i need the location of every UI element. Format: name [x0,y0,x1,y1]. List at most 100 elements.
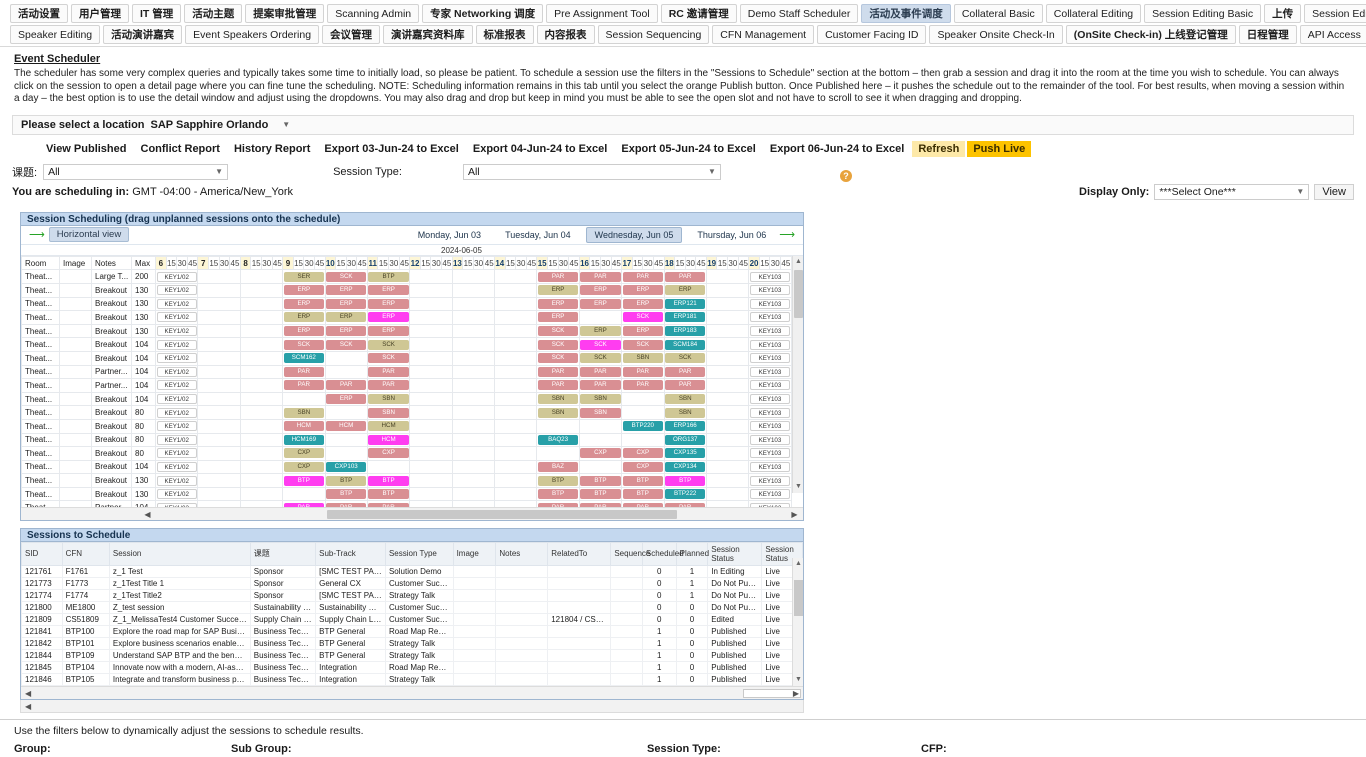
session-chip[interactable]: KEY103 [749,366,791,377]
grid-slot[interactable]: KEY1/02 [154,486,199,502]
grid-slot[interactable]: SBN [536,391,580,407]
scroll-up-icon[interactable]: ▲ [793,558,804,570]
toolbar-button[interactable]: Export 06-Jun-24 to Excel [764,141,911,157]
grid-room-row[interactable]: Theat... Breakout 80 KEY1/02 HCM169 HCM BAQ23 O… [21,432,792,448]
tab-item[interactable]: Session Editing [1304,4,1366,23]
sessions-column-header[interactable]: 课题 [249,541,317,566]
session-chip[interactable]: PAR [665,366,706,377]
grid-slot[interactable]: SCK [282,337,326,352]
session-chip[interactable]: PAR [622,366,663,377]
sessions-table[interactable]: SID CFN Session 课题 Sub-Track Session Type Imag… [21,541,803,686]
grid-slot[interactable]: PAR [366,364,411,380]
grid-slot[interactable] [621,405,665,420]
grid-slot[interactable] [409,459,453,475]
tab-item[interactable]: 上传 [1264,4,1302,23]
sessions-column-header[interactable]: Scheduled [641,541,684,566]
session-chip[interactable]: KEY1/02 [156,285,197,296]
grid-slot[interactable] [705,269,750,284]
session-chip[interactable]: BTP [622,489,663,500]
session-chip[interactable]: SCK [368,339,409,350]
session-chip[interactable]: KEY1/02 [156,461,197,472]
session-chip[interactable]: PAR [665,271,706,282]
grid-slot[interactable]: ERP [536,310,580,325]
grid-slot[interactable]: SBN [536,405,580,420]
tab-item[interactable]: API Access [1299,25,1366,44]
grid-slot[interactable] [239,418,284,434]
grid-slot[interactable]: CXP [621,446,665,461]
grid-slot[interactable] [705,473,750,488]
grid-slot[interactable]: HCM [366,432,411,448]
grid-slot[interactable]: ERP [621,282,665,298]
grid-slot[interactable] [239,459,284,475]
grid-slot[interactable]: KEY103 [748,378,792,393]
grid-slot[interactable] [409,296,453,312]
grid-slot[interactable]: SBN [663,405,707,420]
grid-slot[interactable]: KEY103 [748,350,792,366]
grid-slot[interactable] [239,473,284,488]
session-chip[interactable]: BTP [622,475,663,486]
grid-slot[interactable] [197,418,241,434]
grid-slot[interactable] [493,337,538,352]
grid-slot[interactable] [451,323,496,339]
grid-slot[interactable]: ERP [324,296,368,312]
grid-slot[interactable]: PAR [578,378,623,393]
grid-slot[interactable] [451,337,496,352]
grid-slot[interactable]: SBN [366,391,411,407]
session-chip[interactable]: PAR [537,380,579,391]
grid-slot[interactable] [324,432,368,448]
sessions-horizontal-scrollbar[interactable]: ◀ ▶ [21,685,803,699]
session-chip[interactable]: SCK [283,339,324,350]
table-row[interactable]: 121800 ME1800 Z_test session Sustainability… [21,600,803,614]
session-chip[interactable]: ERP [368,298,409,309]
grid-slot[interactable] [451,391,496,407]
scroll-down-icon[interactable]: ▼ [793,481,803,493]
grid-slot[interactable]: ERP [366,310,411,325]
grid-slot[interactable]: BAZ [536,459,580,475]
tab-item[interactable]: RC 邀请管理 [660,4,737,23]
table-row[interactable]: 121842 BTP101 Explore business scenarios e… [21,636,803,650]
toolbar-button[interactable]: Export 05-Jun-24 to Excel [615,141,762,157]
grid-slot[interactable]: ERP121 [663,296,707,312]
grid-slot[interactable]: KEY1/02 [154,296,199,312]
session-chip[interactable]: KEY1/02 [156,475,197,486]
grid-slot[interactable] [239,310,284,325]
grid-slot[interactable] [197,432,241,448]
grid-slot[interactable] [451,364,496,380]
grid-slot[interactable]: ERP [324,282,368,298]
tab-item[interactable]: IT 管理 [132,4,182,23]
toolbar-button[interactable]: Conflict Report [135,141,226,157]
grid-slot[interactable]: PAR [324,378,368,393]
table-row[interactable]: 121845 BTP104 Innovate now with a modern, … [21,660,803,674]
session-chip[interactable]: KEY1/02 [156,407,197,418]
session-chip[interactable]: ERP [326,312,367,323]
tab-item[interactable]: Speaker Onsite Check-In [929,25,1063,44]
session-chip[interactable]: KEY103 [749,489,791,500]
tab-item[interactable]: 活动设置 [10,4,68,23]
grid-slot[interactable] [493,405,538,420]
view-button[interactable]: View [1314,183,1354,200]
session-chip[interactable]: ORG137 [665,434,706,445]
tab-item[interactable]: 日程管理 [1238,25,1297,44]
grid-slot[interactable] [493,378,538,393]
session-chip[interactable]: KEY103 [749,326,791,337]
grid-slot[interactable]: ERP [536,282,580,298]
grid-slot[interactable] [409,337,453,352]
grid-slot[interactable] [324,364,368,380]
session-chip[interactable]: SCK [665,353,706,364]
table-row[interactable]: 121844 BTP109 Understand SAP BTP and the b… [21,648,803,662]
grid-slot[interactable] [239,323,284,339]
grid-slot[interactable]: SCM162 [282,350,326,366]
scroll-up-icon[interactable]: ▲ [793,256,803,268]
grid-slot[interactable]: ERP [324,391,368,407]
tab-item[interactable]: Collateral Basic [953,4,1043,23]
grid-slot[interactable]: KEY103 [748,296,792,312]
grid-slot[interactable] [451,486,496,502]
session-chip[interactable]: PAR [665,380,706,391]
session-chip[interactable]: SCM162 [283,353,324,364]
grid-slot[interactable] [451,296,496,312]
grid-slot[interactable] [705,296,750,312]
grid-room-row[interactable]: Theat... Breakout 104 KEY1/02 CXP CXP103 BAZ CX… [21,459,792,475]
session-chip[interactable]: SBN [537,407,579,418]
grid-slot[interactable]: ERP [324,310,368,325]
grid-slot[interactable]: SCK [536,323,580,339]
